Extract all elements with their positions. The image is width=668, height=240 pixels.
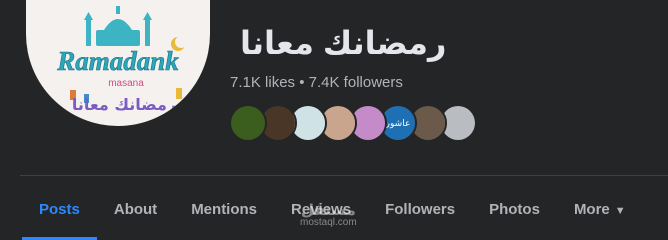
- tab-about[interactable]: About: [97, 184, 174, 240]
- tab-label: Photos: [489, 201, 540, 218]
- profile-tabs: Posts About Mentions Reviews Followers P…: [22, 184, 643, 240]
- tab-followers[interactable]: Followers: [368, 184, 472, 240]
- ramadan-logo: Ramadank masana رمضانك معانا: [56, 6, 187, 114]
- tab-photos[interactable]: Photos: [472, 184, 557, 240]
- tab-label: Posts: [39, 201, 80, 218]
- tab-label: Followers: [385, 201, 456, 218]
- profile-photo[interactable]: Ramadank masana رمضانك معانا: [26, 0, 210, 126]
- divider: [20, 175, 668, 176]
- tab-label: Mentions: [191, 201, 258, 218]
- friends-who-like-row: عاشور: [229, 104, 489, 142]
- logo-text-arabic: رمضانك معانا: [72, 95, 176, 114]
- friend-avatar-label: [231, 106, 265, 140]
- tab-mentions[interactable]: Mentions: [174, 184, 274, 240]
- tab-label: About: [113, 201, 158, 218]
- friend-avatar[interactable]: [229, 104, 267, 142]
- tab-label: More: [573, 201, 610, 218]
- logo-text-sub: masana: [108, 78, 144, 89]
- tab-posts[interactable]: Posts: [22, 184, 97, 240]
- tab-label: Reviews: [291, 201, 352, 218]
- caret-down-icon: ▼: [614, 205, 626, 217]
- followers-count[interactable]: 7.4K followers: [309, 74, 403, 91]
- page-stats: 7.1K likes • 7.4K followers: [230, 74, 403, 91]
- tab-reviews[interactable]: Reviews: [274, 184, 368, 240]
- page-title: رمضانك معانا: [240, 25, 447, 61]
- stats-separator: •: [299, 74, 305, 91]
- logo-text-latin: Ramadank: [56, 46, 179, 76]
- likes-count[interactable]: 7.1K likes: [230, 74, 295, 91]
- tab-more[interactable]: More ▼: [557, 184, 643, 240]
